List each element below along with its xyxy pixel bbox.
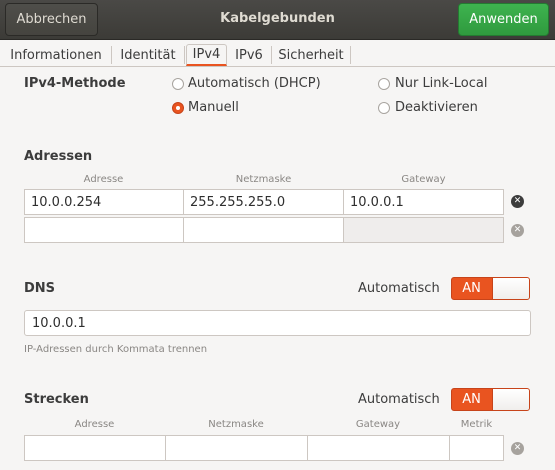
radio-link-local[interactable] [378, 78, 390, 90]
dns-input[interactable]: 10.0.0.1 [24, 310, 531, 336]
tab-sicherheit[interactable]: Sicherheit [273, 44, 349, 66]
cancel-button[interactable]: Abbrechen [5, 3, 98, 36]
dns-hint: IP-Adressen durch Kommata trennen [24, 344, 208, 355]
dns-auto-label: Automatisch [358, 281, 440, 296]
tab-separator [111, 46, 112, 64]
column-header-gateway: Gateway [401, 174, 446, 185]
routes-heading: Strecken [24, 392, 89, 407]
route-gateway-field[interactable] [307, 435, 450, 461]
dns-switch-knob[interactable] [492, 278, 529, 299]
gateway-field [343, 217, 504, 243]
tab-bar: Informationen Identität IPv4 IPv6 Sicher… [0, 40, 555, 67]
radio-manual-label[interactable]: Manuell [188, 100, 239, 115]
route-column-header-metric: Metrik [460, 419, 493, 430]
tab-separator [184, 46, 185, 64]
netmask-field[interactable] [183, 217, 344, 243]
dns-heading: DNS [24, 281, 56, 296]
delete-route-icon[interactable]: ✕ [511, 442, 524, 455]
routes-auto-switch[interactable]: AN [451, 388, 530, 411]
address-field[interactable] [24, 217, 184, 243]
route-metric-field[interactable] [449, 435, 504, 461]
header-bar: Abbrechen Kabelgebunden Anwenden [0, 0, 555, 40]
radio-dhcp[interactable] [172, 78, 184, 90]
route-column-header-gateway: Gateway [355, 419, 401, 430]
radio-link-local-label[interactable]: Nur Link-Local [395, 76, 487, 91]
tab-ipv6[interactable]: IPv6 [229, 44, 269, 66]
routes-auto-label: Automatisch [358, 392, 440, 407]
apply-button[interactable]: Anwenden [458, 3, 549, 36]
column-header-netmask: Netzmaske [235, 174, 292, 185]
tab-informationen[interactable]: Informationen [2, 44, 110, 66]
dns-auto-switch[interactable]: AN [451, 277, 530, 300]
gateway-field[interactable]: 10.0.0.1 [343, 189, 504, 215]
delete-address-icon[interactable]: ✕ [511, 195, 524, 208]
radio-disabled-label[interactable]: Deaktivieren [395, 100, 478, 115]
route-column-header-address: Adresse [74, 419, 115, 430]
netmask-field[interactable]: 255.255.255.0 [183, 189, 344, 215]
dns-switch-label: AN [462, 281, 481, 296]
routes-switch-label: AN [462, 392, 481, 407]
radio-disabled[interactable] [378, 102, 390, 114]
tab-identitaet[interactable]: Identität [113, 44, 183, 66]
radio-manual[interactable] [172, 102, 184, 114]
tab-separator [271, 46, 272, 64]
route-address-field[interactable] [24, 435, 166, 461]
tab-separator [350, 46, 351, 64]
address-field[interactable]: 10.0.0.254 [24, 189, 184, 215]
addresses-heading: Adressen [24, 149, 93, 164]
ipv4-method-label: IPv4-Methode [24, 76, 126, 91]
column-header-address: Adresse [83, 174, 124, 185]
route-column-header-netmask: Netzmaske [208, 419, 264, 430]
radio-dhcp-label[interactable]: Automatisch (DHCP) [188, 76, 321, 91]
tab-ipv4[interactable]: IPv4 [186, 44, 227, 66]
route-netmask-field[interactable] [165, 435, 308, 461]
routes-switch-knob[interactable] [492, 389, 529, 410]
delete-address-icon: ✕ [511, 224, 524, 237]
